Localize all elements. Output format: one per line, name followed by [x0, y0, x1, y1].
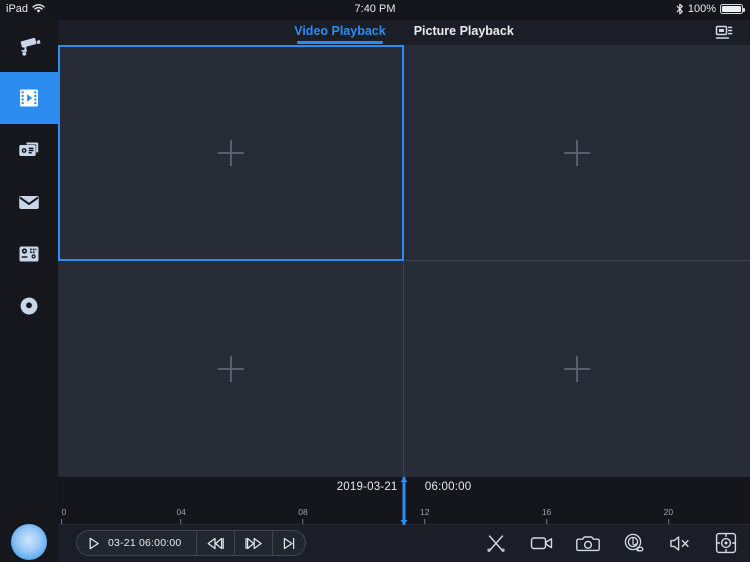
timeline-tick: 16 [542, 507, 551, 524]
sidebar-item-playback[interactable] [0, 72, 58, 124]
fisheye-button[interactable] [712, 529, 740, 557]
video-camera-icon [530, 534, 554, 552]
status-bar-clock: 7:40 PM [0, 3, 750, 15]
timeline-tick-label: 12 [420, 507, 429, 517]
rewind-button[interactable] [197, 531, 235, 555]
video-cell-2[interactable] [404, 45, 750, 261]
timeline-playhead[interactable] [403, 477, 406, 525]
sidebar [0, 20, 58, 562]
speaker-mute-icon [669, 534, 692, 553]
record-button[interactable] [528, 529, 556, 557]
circle-dot-icon [16, 293, 42, 319]
timeline-tick-label: 04 [176, 507, 185, 517]
next-frame-icon [282, 537, 296, 550]
battery-percent-label: 100% [688, 3, 716, 15]
timeline-tick: 04 [176, 507, 185, 524]
audio-button[interactable] [666, 529, 694, 557]
sidebar-item-more[interactable] [0, 280, 58, 332]
photo-camera-icon [576, 534, 600, 553]
plus-icon [218, 356, 244, 382]
sidebar-item-control-panel[interactable] [0, 228, 58, 280]
digital-zoom-button[interactable] [620, 529, 648, 557]
sidebar-item-live-view[interactable] [0, 20, 58, 72]
fast-forward-button[interactable] [235, 531, 273, 555]
fast-forward-icon [244, 537, 263, 550]
timeline-tick: 12 [420, 507, 429, 524]
magnifier-zoom-icon [623, 533, 645, 554]
header: Video Playback Picture Playback [58, 20, 750, 45]
timeline-tick: 08 [298, 507, 307, 524]
film-play-icon [16, 85, 42, 111]
clip-button[interactable] [482, 529, 510, 557]
bottom-bar: 03-21 06:00:00 [58, 525, 750, 562]
window-division-icon[interactable] [714, 24, 736, 42]
tab-video-playback[interactable]: Video Playback [291, 22, 389, 44]
cctv-camera-icon [16, 33, 42, 59]
timeline-tick-label: 08 [298, 507, 307, 517]
play-icon [88, 537, 100, 550]
playback-toolbar [482, 529, 740, 557]
bluetooth-icon [676, 3, 684, 15]
video-cell-4[interactable] [404, 261, 750, 477]
timeline-tick-label: 16 [542, 507, 551, 517]
timeline[interactable]: 2019-03-21 06:00:00 0 04 08 12 16 20 [58, 477, 750, 525]
timeline-tick: 20 [664, 507, 673, 524]
next-frame-button[interactable] [273, 531, 305, 555]
sidebar-item-messages[interactable] [0, 176, 58, 228]
timeline-tick: 0 [61, 507, 66, 524]
tab-bar: Video Playback Picture Playback [58, 20, 750, 45]
transport-time-label: 03-21 06:00:00 [100, 537, 191, 549]
timeline-time: 06:00:00 [413, 481, 471, 493]
envelope-icon [16, 189, 42, 215]
transport-controls: 03-21 06:00:00 [76, 530, 306, 556]
control-panel-icon [16, 241, 42, 267]
scissors-icon [485, 533, 507, 553]
app-root: iPad 7:40 PM 100% [0, 0, 750, 562]
timeline-tick-label: 20 [664, 507, 673, 517]
battery-full-icon [720, 4, 743, 14]
status-bar-right: 100% [676, 3, 743, 15]
plus-icon [218, 140, 244, 166]
tab-picture-playback[interactable]: Picture Playback [411, 22, 517, 44]
snapshot-button[interactable] [574, 529, 602, 557]
rewind-icon [206, 537, 225, 550]
fisheye-target-icon [715, 532, 737, 554]
sidebar-item-device-manager[interactable] [0, 124, 58, 176]
timeline-date: 2019-03-21 [337, 481, 410, 493]
assistive-touch-button[interactable] [11, 524, 47, 560]
video-grid [58, 45, 750, 477]
ios-status-bar: iPad 7:40 PM 100% [0, 0, 750, 20]
plus-icon [564, 356, 590, 382]
plus-icon [564, 140, 590, 166]
video-cell-1[interactable] [58, 45, 404, 261]
device-cards-icon [16, 137, 42, 163]
video-cell-3[interactable] [58, 261, 404, 477]
timeline-tick-label: 0 [61, 507, 66, 517]
play-button[interactable]: 03-21 06:00:00 [77, 531, 197, 555]
